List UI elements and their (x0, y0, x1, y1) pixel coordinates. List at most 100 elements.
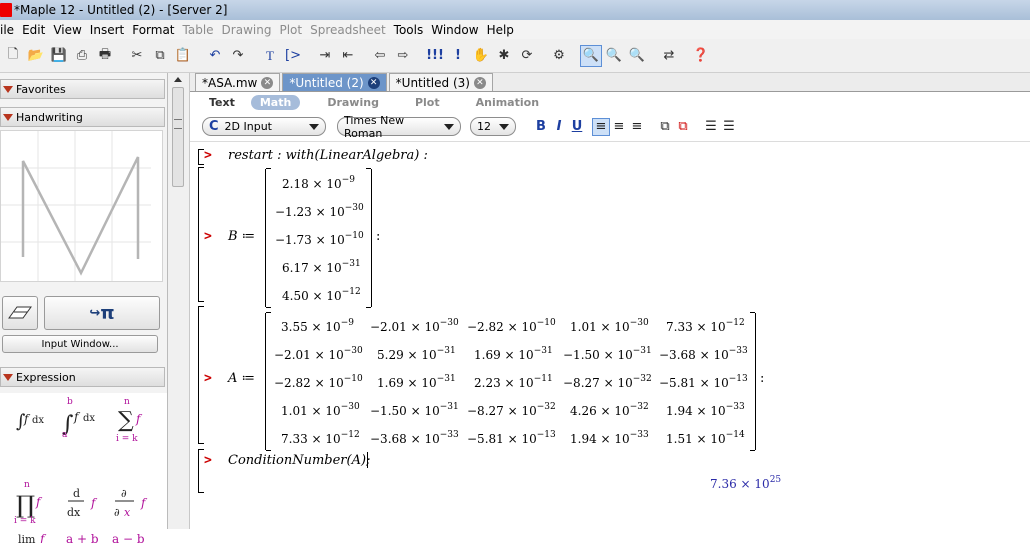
recognize-symbol-button[interactable]: ↪ π (44, 296, 160, 330)
matrix-entry: 3.55 × 10−9 (281, 318, 354, 334)
entry-times: × 10 (410, 404, 440, 418)
numbered-list-icon[interactable]: ☰ (720, 118, 738, 136)
document-tab[interactable]: *Untitled (3) ✕ (388, 73, 493, 91)
menu-spreadsheet[interactable]: Spreadsheet (306, 23, 390, 37)
italic-button[interactable]: I (550, 118, 568, 136)
execute-all-icon[interactable]: !!! (424, 45, 446, 67)
settings-gear-icon[interactable]: ⚙ (548, 45, 570, 67)
input-prompt-3[interactable]: > (204, 371, 212, 386)
paste-icon[interactable]: 📋 (172, 45, 194, 67)
menu-insert[interactable]: Insert (86, 23, 128, 37)
matrix-entry: 1.69 × 10−31 (474, 346, 553, 362)
help-icon[interactable]: ❓ (690, 45, 712, 67)
recognize-arrow-icon: ↪ (89, 305, 101, 321)
align-left-icon[interactable]: ≡ (592, 117, 610, 136)
expr-product[interactable]: ∏ (16, 491, 35, 519)
undo-icon[interactable]: ↶ (204, 45, 226, 67)
text-mode-icon[interactable]: T (259, 45, 281, 67)
expr-limit[interactable]: lim (18, 533, 36, 546)
input-line-1[interactable]: restart : with(LinearAlgebra) : (228, 148, 428, 163)
chevron-down-icon (499, 123, 509, 130)
expr-sum[interactable]: ∑ (118, 408, 134, 433)
menu-table[interactable]: Table (179, 23, 218, 37)
handwriting-palette-header[interactable]: Handwriting (0, 107, 165, 127)
print-icon[interactable]: 🖶 (94, 45, 116, 67)
format-toolbar: C 2D Input Times New Roman 12 B I U ≡ ≡ ≡… (190, 112, 1030, 142)
character-style-icon[interactable]: ⧉ (674, 118, 692, 136)
new-document-icon[interactable]: 🗋 (2, 45, 24, 67)
expression-palette-header[interactable]: Expression (0, 367, 165, 387)
input-prompt-1[interactable]: > (204, 148, 212, 163)
open-folder-icon[interactable]: 📂 (25, 45, 47, 67)
menu-format[interactable]: Format (128, 23, 178, 37)
scroll-up-arrow-icon[interactable] (174, 77, 182, 82)
underline-button[interactable]: U (568, 118, 586, 136)
input-window-button[interactable]: Input Window... (2, 335, 158, 353)
align-right-icon[interactable]: ≡ (628, 118, 646, 136)
input-prompt-2[interactable]: > (204, 229, 212, 244)
mode-drawing[interactable]: Drawing (318, 95, 388, 110)
expr-sum-ab[interactable]: a + b (66, 532, 99, 546)
entry-times: × 10 (696, 404, 726, 418)
debug-icon[interactable]: ✱ (493, 45, 515, 67)
favorites-label: Favorites (16, 82, 66, 96)
zoom-in-icon[interactable]: 🔍 (603, 45, 625, 67)
menu-file[interactable]: ile (0, 23, 18, 37)
palette-scrollbar-thumb[interactable] (172, 87, 184, 187)
restart-icon[interactable]: ⟳ (516, 45, 538, 67)
menu-plot[interactable]: Plot (275, 23, 306, 37)
expr-diff-ab[interactable]: a − b (112, 532, 145, 546)
size-select[interactable]: 12 (470, 117, 516, 136)
outdent-icon[interactable]: ⇤ (337, 45, 359, 67)
menu-window[interactable]: Window (427, 23, 482, 37)
bullet-list-icon[interactable]: ☰ (702, 118, 720, 136)
font-select[interactable]: Times New Roman (337, 114, 461, 140)
print-preview-icon[interactable]: ⎙ (71, 45, 93, 67)
document-tab[interactable]: *Untitled (2) ✕ (282, 73, 387, 91)
back-arrow-icon[interactable]: ⇦ (369, 45, 391, 67)
math-prompt-icon[interactable]: [> (282, 45, 304, 67)
input-line-condition[interactable]: ConditionNumber(A); (228, 453, 370, 468)
mode-animation[interactable]: Animation (467, 95, 548, 110)
menu-tools[interactable]: Tools (390, 23, 428, 37)
stop-icon[interactable]: ✋ (470, 45, 492, 67)
forward-arrow-icon[interactable]: ⇨ (392, 45, 414, 67)
redo-icon[interactable]: ↷ (227, 45, 249, 67)
indent-icon[interactable]: ⇥ (314, 45, 336, 67)
eraser-button[interactable] (2, 296, 38, 330)
mode-plot[interactable]: Plot (406, 95, 449, 110)
handwriting-canvas[interactable] (0, 130, 163, 282)
input-prompt-4[interactable]: > (204, 453, 212, 468)
align-center-icon[interactable]: ≡ (610, 118, 628, 136)
close-tab-icon[interactable]: ✕ (367, 76, 380, 89)
worksheet[interactable]: > restart : with(LinearAlgebra) : > B ≔ … (190, 143, 1030, 529)
save-icon[interactable]: 💾 (48, 45, 70, 67)
zoom-100-icon[interactable]: 🔍 (580, 44, 602, 67)
expr-derivative[interactable]: d dx f (67, 487, 98, 519)
menu-view[interactable]: View (49, 23, 85, 37)
palette-splitter[interactable] (168, 73, 190, 529)
style-select[interactable]: C 2D Input (202, 117, 326, 136)
splitter-grip-icon[interactable] (174, 119, 182, 129)
cut-icon[interactable]: ✂ (126, 45, 148, 67)
menu-edit[interactable]: Edit (18, 23, 49, 37)
a-assign[interactable]: A ≔ (228, 371, 255, 386)
bold-button[interactable]: B (532, 118, 550, 136)
copy-icon[interactable]: ⧉ (149, 45, 171, 67)
favorites-palette-header[interactable]: Favorites (0, 79, 165, 99)
document-tab[interactable]: *ASA.mw ✕ (195, 73, 281, 91)
execute-icon[interactable]: ! (447, 45, 469, 67)
menu-help[interactable]: Help (483, 23, 518, 37)
zoom-out-icon[interactable]: 🔍 (626, 45, 648, 67)
toggle-input-icon[interactable]: ⇄ (658, 45, 680, 67)
entry-times: × 10 (600, 320, 630, 334)
paragraph-style-icon[interactable]: ⧉ (656, 118, 674, 136)
close-tab-icon[interactable]: ✕ (473, 76, 486, 89)
matrix-entry: −5.81 × 10−13 (467, 430, 556, 446)
mode-math[interactable]: Math (250, 94, 301, 110)
menu-drawing[interactable]: Drawing (218, 23, 276, 37)
b-assign[interactable]: B ≔ (228, 229, 255, 244)
close-tab-icon[interactable]: ✕ (261, 76, 274, 89)
mode-text[interactable]: Text (204, 95, 244, 110)
expr-partial-derivative[interactable]: ∂ ∂ x f (114, 487, 148, 519)
